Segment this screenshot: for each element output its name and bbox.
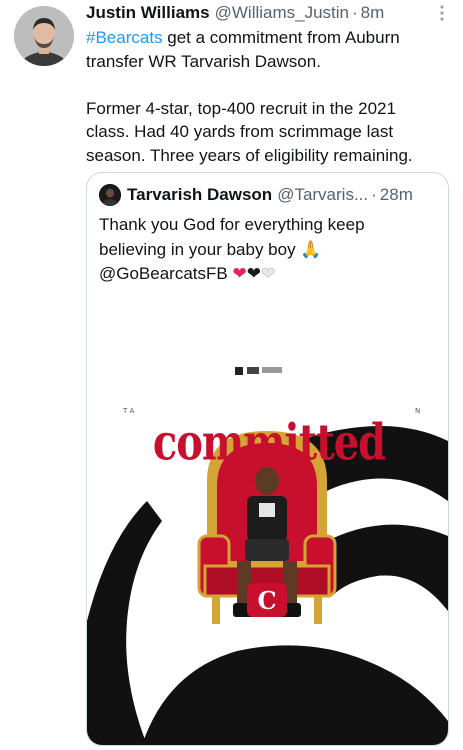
- red-heart-emoji: ❤: [232, 264, 247, 284]
- quote-separator: ·: [371, 185, 377, 204]
- quote-text: Thank you God for everything keep believ…: [99, 213, 429, 287]
- avatar-photo: [14, 6, 74, 66]
- tweet-line-3: Former 4-star, top-400 recruit in the 20…: [86, 98, 396, 118]
- svg-text:C: C: [257, 586, 276, 615]
- quoted-tweet-card[interactable]: Tarvarish Dawson @Tarvaris... · 28m Than…: [86, 172, 449, 746]
- quote-header: Tarvarish Dawson @Tarvaris... · 28m: [99, 183, 436, 207]
- mention-link[interactable]: @GoBearcatsFB: [99, 264, 228, 283]
- quote-media-image[interactable]: T A N C committed: [87, 291, 448, 745]
- separator: ·: [352, 3, 358, 22]
- quote-line-1: Thank you God for everything keep: [99, 215, 365, 234]
- black-heart-emoji: ❤: [246, 264, 261, 284]
- tweet-line-2: transfer WR Tarvarish Dawson.: [86, 51, 321, 71]
- tweet-line-1-text: get a commitment from Auburn: [162, 28, 400, 47]
- tweet-timestamp[interactable]: 8m: [361, 3, 385, 23]
- media-headline: committed: [152, 413, 386, 472]
- author-avatar[interactable]: [14, 6, 74, 66]
- quote-line-3: @GoBearcatsFB ❤❤❤: [99, 262, 429, 287]
- more-icon[interactable]: [435, 4, 449, 22]
- white-heart-emoji: ❤: [260, 264, 276, 285]
- tweet-line-1: #Bearcats get a commitment from Auburn: [86, 26, 456, 50]
- quote-line-2-text: believing in your baby boy: [99, 239, 296, 259]
- author-name[interactable]: Justin Williams: [86, 3, 210, 23]
- pray-emoji: 🙏: [300, 239, 322, 260]
- quote-line-2: believing in your baby boy 🙏: [99, 238, 429, 263]
- tweet-line-4: class. Had 40 yards from scrimmage last: [86, 122, 394, 141]
- quote-author-avatar[interactable]: [99, 184, 121, 206]
- hashtag-link[interactable]: #Bearcats: [86, 28, 163, 47]
- tweet-line-5: season. Three years of eligibility remai…: [86, 145, 413, 165]
- quote-timestamp[interactable]: 28m: [380, 185, 413, 205]
- author-handle[interactable]: @Williams_Justin: [215, 3, 349, 23]
- quote-author-name[interactable]: Tarvarish Dawson: [127, 185, 272, 205]
- svg-text:T A: T A: [122, 407, 135, 415]
- quote-author-handle[interactable]: @Tarvaris...: [277, 185, 368, 205]
- tweet-header: Justin Williams @Williams_Justin · 8m: [86, 2, 436, 24]
- svg-text:N: N: [415, 407, 420, 415]
- tweet-text: #Bearcats get a commitment from Auburn t…: [86, 26, 456, 167]
- commitment-graphic: T A N C: [87, 291, 448, 745]
